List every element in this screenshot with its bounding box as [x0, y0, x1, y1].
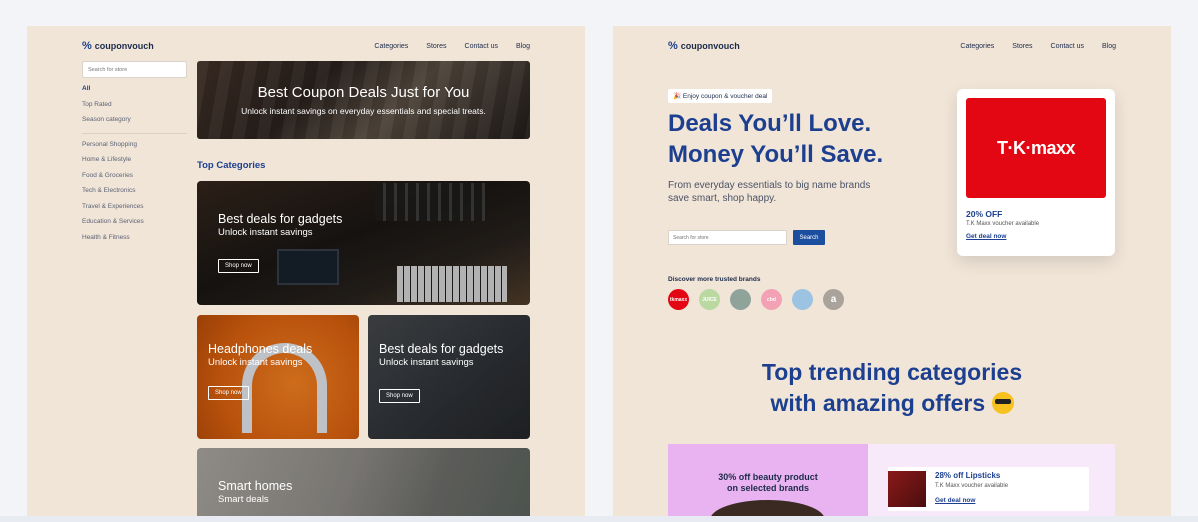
brand-logo-cbd[interactable]: cbd — [761, 289, 782, 310]
top-nav: Categories Stores Contact us Blog — [374, 43, 530, 50]
card-subtitle: Smart deals — [218, 494, 269, 505]
nav-stores[interactable]: Stores — [426, 43, 446, 50]
discover-brands-label: Discover more trusted brands — [668, 276, 761, 283]
nav-blog[interactable]: Blog — [516, 43, 530, 50]
get-deal-link[interactable]: Get deal now — [935, 497, 975, 504]
card-title: Smart homes — [218, 479, 293, 493]
brand-logo-3[interactable] — [730, 289, 751, 310]
card-title: Best deals for gadgets — [218, 212, 343, 226]
site-logo-text: couponvouch — [680, 41, 740, 51]
hero-subtext: From everyday essentials to big name bra… — [668, 180, 871, 204]
trending-promo-banner: 30% off beauty product on selected brand… — [668, 444, 1115, 522]
get-deal-link[interactable]: Get deal now — [966, 233, 1006, 240]
lipstick-image — [888, 471, 926, 507]
top-nav: Categories Stores Contact us Blog — [960, 43, 1116, 50]
offer-description: T.K Maxx voucher available — [966, 221, 1040, 227]
site-logo[interactable]: % couponvouch — [82, 40, 154, 52]
site-logo-text: couponvouch — [94, 41, 154, 51]
shop-now-button[interactable]: Shop now — [379, 389, 420, 403]
brand-logo-5[interactable] — [792, 289, 813, 310]
nav-contact[interactable]: Contact us — [1051, 43, 1084, 50]
card-title: Headphones deals — [208, 342, 313, 356]
section-title: Top Categories — [197, 160, 266, 171]
nav-contact[interactable]: Contact us — [465, 43, 498, 50]
sidebar-item-travel[interactable]: Travel & Experiences — [82, 202, 187, 218]
trending-heading-line-1: Top trending categories — [761, 359, 1023, 385]
store-search-input[interactable] — [668, 230, 787, 245]
beauty-promo-line-2: on selected brands — [726, 483, 810, 493]
category-card-smart-homes[interactable]: Smart homes Smart deals — [197, 448, 530, 522]
percent-logo-icon: % — [82, 40, 92, 52]
right-page-preview: % couponvouch Categories Stores Contact … — [613, 26, 1171, 522]
left-page-preview: % couponvouch Categories Stores Contact … — [27, 26, 585, 522]
search-button[interactable]: Search — [793, 230, 825, 245]
beauty-promo-line-1: 30% off beauty product — [718, 472, 818, 482]
nav-blog[interactable]: Blog — [1102, 43, 1116, 50]
promo-pill: 🎉 Enjoy coupon & voucher deal — [668, 89, 773, 103]
card-subtitle: Unlock instant savings — [379, 357, 474, 368]
sidebar-item-top-rated[interactable]: Top Rated — [82, 100, 187, 116]
sidebar-item-education[interactable]: Education & Services — [82, 217, 187, 233]
brand-logo-juice[interactable]: JUICE — [699, 289, 720, 310]
beauty-promo[interactable]: 30% off beauty product on selected brand… — [668, 444, 868, 522]
sunglasses-emoji-icon — [991, 392, 1014, 414]
sidebar-item-season[interactable]: Season category — [82, 115, 187, 131]
nav-categories[interactable]: Categories — [960, 43, 994, 50]
hero-headline-line-2: Money You’ll Save. — [668, 141, 884, 168]
sidebar-search-input[interactable] — [82, 61, 187, 78]
featured-offer-card: T·K·maxx 20% OFF T.K Maxx voucher availa… — [957, 89, 1115, 256]
offer-percent: 20% OFF — [966, 209, 1003, 219]
trending-heading-line-2: with amazing offers — [770, 390, 986, 416]
sidebar: All Top Rated Season category Personal S… — [82, 84, 187, 248]
tkmaxx-logo: T·K·maxx — [966, 98, 1106, 198]
category-card-headphones[interactable]: Headphones deals Unlock instant savings … — [197, 315, 359, 439]
sidebar-item-personal-shopping[interactable]: Personal Shopping — [82, 140, 187, 156]
card-subtitle: Unlock instant savings — [218, 227, 313, 238]
shop-now-button[interactable]: Shop now — [208, 386, 249, 400]
hero-headline: Deals You’ll Love. Money You’ll Save. — [668, 108, 883, 170]
card-subtitle: Unlock instant savings — [208, 357, 303, 368]
lipstick-offer-title: 28% off Lipsticks — [935, 471, 1001, 480]
brand-logo-tkmaxx[interactable]: tkmaxx — [668, 289, 689, 310]
shop-now-button[interactable]: Shop now — [218, 259, 259, 273]
category-card-gadgets[interactable]: Best deals for gadgets Unlock instant sa… — [197, 181, 530, 305]
percent-logo-icon: % — [668, 40, 678, 52]
brand-logos: tkmaxx JUICE cbd a — [668, 289, 844, 310]
brand-logo-amazon[interactable]: a — [823, 289, 844, 310]
bottom-bar — [0, 516, 1198, 522]
category-card-gadgets-2[interactable]: Best deals for gadgets Unlock instant sa… — [368, 315, 530, 439]
lipstick-offer-desc: T.K Maxx voucher available — [935, 483, 1009, 489]
card-title: Best deals for gadgets — [379, 342, 504, 356]
sidebar-item-home-lifestyle[interactable]: Home & Lifestyle — [82, 155, 187, 171]
site-logo[interactable]: % couponvouch — [668, 40, 740, 52]
sidebar-item-all[interactable]: All — [82, 84, 187, 100]
hero-headline-line-1: Deals You’ll Love. — [668, 110, 872, 137]
nav-categories[interactable]: Categories — [374, 43, 408, 50]
hero-banner: Best Coupon Deals Just for You Unlock in… — [197, 61, 530, 139]
nav-stores[interactable]: Stores — [1012, 43, 1032, 50]
sidebar-item-tech[interactable]: Tech & Electronics — [82, 186, 187, 202]
lipstick-offer-card: 28% off Lipsticks T.K Maxx voucher avail… — [888, 467, 1089, 511]
sidebar-divider — [82, 132, 187, 134]
trending-heading: Top trending categories with amazing off… — [613, 357, 1171, 419]
hero-title: Best Coupon Deals Just for You — [257, 84, 470, 101]
sidebar-item-food[interactable]: Food & Groceries — [82, 171, 187, 187]
hero-subtitle: Unlock instant savings on everyday essen… — [241, 106, 486, 116]
sidebar-item-health[interactable]: Health & Fitness — [82, 233, 187, 249]
